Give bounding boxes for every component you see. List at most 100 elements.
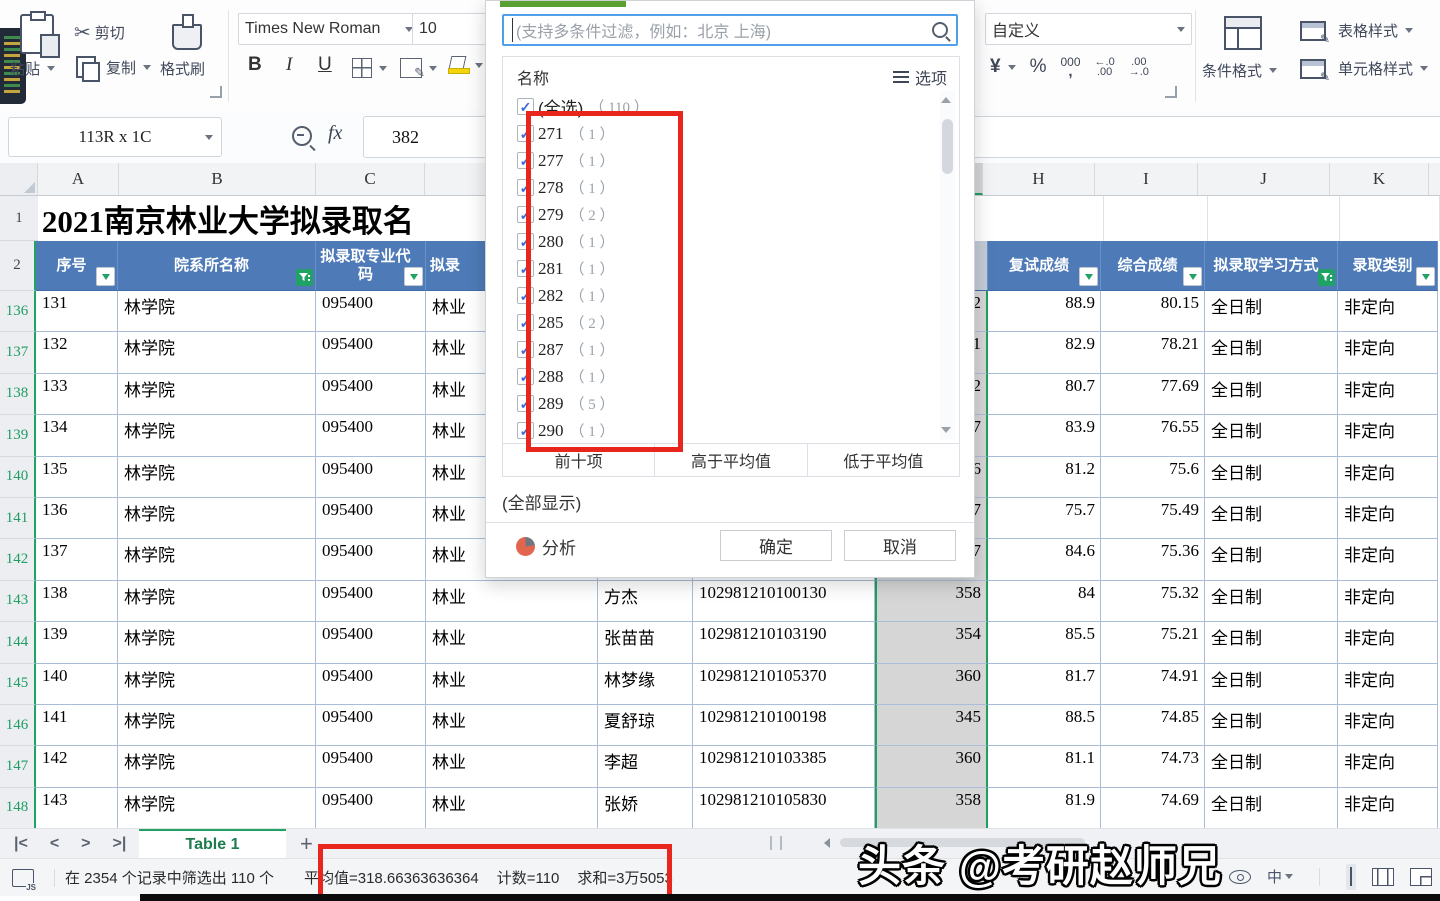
table-cell[interactable]: 非定向 — [1338, 539, 1438, 580]
table-cell[interactable]: 李超 — [598, 746, 693, 787]
filter-item-289[interactable]: ✓289（ 5 ） — [517, 390, 917, 417]
table-cell[interactable]: 林学院 — [118, 581, 316, 622]
table-cell[interactable]: 095400 — [316, 581, 426, 622]
table-cell[interactable]: 102981210100198 — [693, 705, 875, 746]
table-cell[interactable]: 81.1 — [988, 746, 1101, 787]
table-cell[interactable]: 全日制 — [1205, 746, 1338, 787]
table-cell[interactable]: 全日制 — [1205, 332, 1338, 373]
checkbox-checked-icon[interactable]: ✓ — [517, 125, 534, 142]
row-header-140[interactable]: 140 — [0, 457, 36, 498]
table-cell[interactable]: 102981210103385 — [693, 746, 875, 787]
table-header-cell[interactable]: 综合成绩 — [1101, 241, 1205, 291]
name-box[interactable]: 113R x 1C — [8, 117, 222, 157]
table-cell[interactable]: 74.85 — [1101, 705, 1205, 746]
table-cell[interactable]: 88.9 — [988, 291, 1101, 332]
row-header-137[interactable]: 137 — [0, 332, 36, 373]
table-header-cell[interactable]: 复试成绩 — [988, 241, 1101, 291]
table-cell[interactable]: 80.7 — [988, 374, 1101, 415]
table-cell[interactable]: 358 — [875, 788, 988, 829]
currency-button[interactable]: ¥ — [990, 56, 1016, 78]
table-cell[interactable]: 095400 — [316, 374, 426, 415]
ok-button[interactable]: 确定 — [720, 530, 832, 561]
borders-button[interactable] — [352, 58, 387, 78]
table-cell[interactable]: 354 — [875, 622, 988, 663]
filter-item-287[interactable]: ✓287（ 1 ） — [517, 336, 917, 363]
table-cell[interactable]: 095400 — [316, 539, 426, 580]
table-cell[interactable]: 345 — [875, 705, 988, 746]
table-cell[interactable]: 全日制 — [1205, 498, 1338, 539]
copy-button[interactable]: 复制 — [76, 56, 151, 78]
table-cell[interactable]: 全日制 — [1205, 622, 1338, 663]
table-cell[interactable]: 林学院 — [118, 788, 316, 829]
filter-item-281[interactable]: ✓281（ 1 ） — [517, 255, 917, 282]
table-cell[interactable]: 84 — [988, 581, 1101, 622]
table-cell[interactable]: 74.69 — [1101, 788, 1205, 829]
filter-options-button[interactable]: 选项 — [893, 65, 947, 89]
table-cell[interactable]: 81.2 — [988, 457, 1101, 498]
first-sheet-icon[interactable]: |< — [14, 835, 28, 853]
filter-dropdown-icon[interactable] — [1183, 267, 1202, 286]
table-cell[interactable]: 83.9 — [988, 415, 1101, 456]
table-cell[interactable]: 85.5 — [988, 622, 1101, 663]
filter-item-282[interactable]: ✓282（ 1 ） — [517, 282, 917, 309]
table-cell[interactable]: 102981210105830 — [693, 788, 875, 829]
table-cell[interactable]: 全日制 — [1205, 581, 1338, 622]
table-cell[interactable]: 林学院 — [118, 415, 316, 456]
row-header-142[interactable]: 142 — [0, 539, 36, 580]
analyze-button[interactable]: 分析 — [516, 534, 576, 559]
scrollbar-thumb[interactable] — [942, 119, 953, 174]
table-cell[interactable]: 林学院 — [118, 622, 316, 663]
filter-item-290[interactable]: ✓290（ 1 ） — [517, 417, 917, 444]
table-cell[interactable]: 林学院 — [118, 498, 316, 539]
table-cell[interactable]: 林业 — [426, 705, 598, 746]
table-cell[interactable]: 非定向 — [1338, 622, 1438, 663]
page-layout-view-icon[interactable] — [1372, 868, 1394, 886]
table-cell[interactable]: 非定向 — [1338, 415, 1438, 456]
table-cell[interactable]: 143 — [36, 788, 118, 829]
table-cell[interactable]: 全日制 — [1205, 664, 1338, 705]
title-row-empty-cell[interactable] — [1208, 196, 1341, 241]
filter-item-288[interactable]: ✓288（ 1 ） — [517, 363, 917, 390]
table-cell[interactable]: 林业 — [426, 746, 598, 787]
number-dialog-launcher[interactable] — [1165, 86, 1177, 98]
table-cell[interactable]: 林学院 — [118, 374, 316, 415]
checkbox-checked-icon[interactable]: ✓ — [517, 233, 534, 250]
language-toggle[interactable]: 中 — [1267, 866, 1293, 887]
table-cell[interactable]: 林学院 — [118, 746, 316, 787]
table-cell[interactable]: 134 — [36, 415, 118, 456]
table-header-cell[interactable]: 序号 — [36, 241, 118, 291]
table-cell[interactable]: 75.49 — [1101, 498, 1205, 539]
increase-decimal-button[interactable]: .00→.0 — [1129, 57, 1149, 77]
filter-item-277[interactable]: ✓277（ 1 ） — [517, 147, 917, 174]
column-letter-J[interactable]: J — [1198, 163, 1330, 195]
select-all-corner[interactable] — [0, 163, 38, 195]
table-cell[interactable]: 81.9 — [988, 788, 1101, 829]
fill-color-button[interactable] — [448, 56, 483, 74]
table-cell[interactable]: 095400 — [316, 788, 426, 829]
table-cell[interactable]: 360 — [875, 746, 988, 787]
table-cell[interactable]: 林业 — [426, 664, 598, 705]
prev-sheet-icon[interactable]: < — [50, 835, 59, 853]
below-average-button[interactable]: 低于平均值 — [808, 444, 959, 476]
table-cell[interactable]: 138 — [36, 581, 118, 622]
column-letter-B[interactable]: B — [119, 163, 316, 195]
table-cell[interactable]: 非定向 — [1338, 664, 1438, 705]
filter-search-input[interactable]: (支持多条件过滤，例如：北京 上海) — [502, 14, 958, 46]
table-cell[interactable]: 张娇 — [598, 788, 693, 829]
table-cell[interactable]: 林业 — [426, 622, 598, 663]
filter-item-271[interactable]: ✓271（ 1 ） — [517, 120, 917, 147]
table-cell[interactable]: 全日制 — [1205, 705, 1338, 746]
table-cell[interactable]: 林业 — [426, 581, 598, 622]
row-header-148[interactable]: 148 — [0, 788, 36, 829]
table-cell[interactable]: 林学院 — [118, 332, 316, 373]
scroll-down-icon[interactable] — [941, 427, 951, 433]
title-row-empty-cell[interactable] — [1104, 196, 1208, 241]
filter-item-285[interactable]: ✓285（ 2 ） — [517, 309, 917, 336]
row-header-139[interactable]: 139 — [0, 415, 36, 456]
table-cell[interactable]: 75.32 — [1101, 581, 1205, 622]
table-header-cell[interactable]: 拟录取学习方式 — [1205, 241, 1338, 291]
checkbox-checked-icon[interactable]: ✓ — [517, 98, 534, 115]
table-cell[interactable]: 095400 — [316, 498, 426, 539]
row-header-2[interactable]: 2 — [0, 241, 36, 291]
table-cell[interactable]: 133 — [36, 374, 118, 415]
